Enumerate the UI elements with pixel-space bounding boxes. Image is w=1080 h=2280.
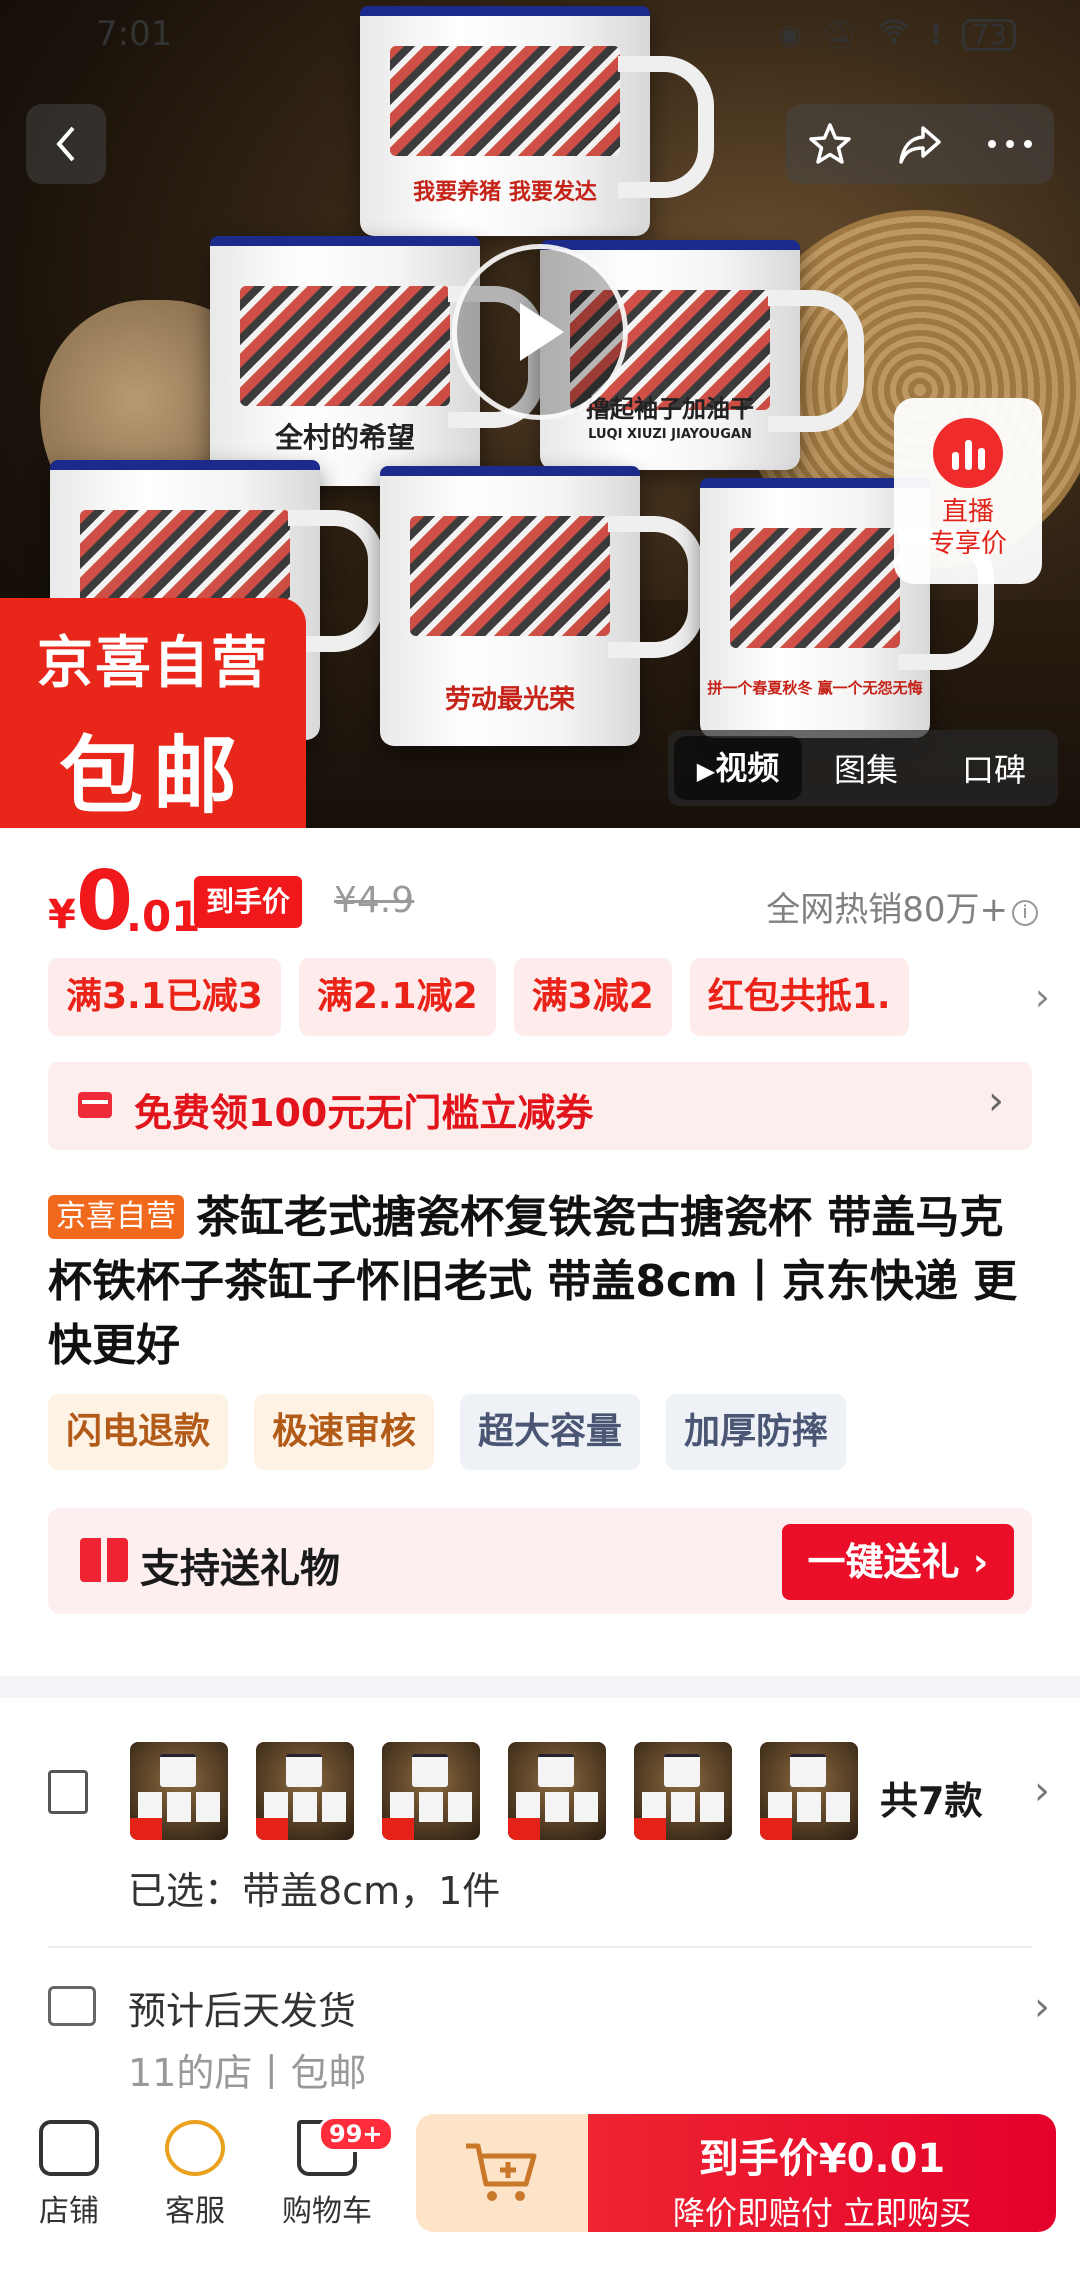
feature-tag: 闪电退款 (48, 1394, 229, 1470)
media-tabs: ▶视频 图集 口碑 (668, 730, 1058, 806)
divider (48, 1946, 1032, 1948)
coupon-banner[interactable]: 免费领100元无门槛立减券 › (48, 1062, 1032, 1150)
promo-chip[interactable]: 红包共抵1. (689, 958, 909, 1036)
alert-icon: ! (929, 18, 943, 51)
mug-bottom-center: 劳动最光荣 (380, 466, 704, 746)
mug-left: 全村的希望 (210, 236, 544, 486)
hot-sales[interactable]: 全网热销80万+ i (766, 882, 1038, 931)
star-icon[interactable] (806, 120, 854, 168)
checklist-icon (48, 1770, 88, 1814)
purchase-group: 到手价¥0.01 降价即赔付 立即购买 (416, 2114, 1056, 2232)
feature-tag: 超大容量 (460, 1394, 641, 1470)
live-sublabel: 专享价 (928, 529, 1007, 559)
customer-service-icon (165, 2120, 225, 2176)
gift-icon (80, 1538, 128, 1582)
original-price: ¥4.9 (334, 880, 415, 921)
tab-gallery[interactable]: 图集 (802, 745, 930, 791)
live-label: 直播 (941, 497, 994, 527)
send-gift-button[interactable]: 一键送礼 › (782, 1524, 1014, 1600)
variant-thumbnail[interactable] (256, 1742, 354, 1840)
chevron-right-icon: › (988, 1078, 1004, 1124)
mug-caption: 拼一个春夏秋冬 赢一个无怨无悔 (707, 679, 923, 697)
wifi-icon (878, 18, 910, 51)
chevron-right-icon: › (1034, 1768, 1050, 1814)
section-divider (0, 1676, 1080, 1698)
mug-caption: 劳动最光荣 (444, 685, 575, 715)
shipping-info[interactable]: 预计后天发货 11的店丨包邮 › (0, 1980, 1080, 2095)
play-icon: ▶ (696, 757, 716, 785)
back-button[interactable] (26, 104, 106, 184)
share-icon[interactable] (895, 120, 945, 168)
top-action-group (786, 104, 1054, 184)
chevron-left-icon (56, 126, 75, 162)
corner-badge-line1: 京喜自营 (37, 631, 269, 696)
coupon-text: 免费领100元无门槛立减券 (134, 1091, 594, 1135)
variant-thumbnail[interactable] (634, 1742, 732, 1840)
chevron-right-icon[interactable]: › (1035, 975, 1050, 1019)
coupon-icon (78, 1092, 112, 1118)
price-row: ¥ 0 .01 到手价 ¥4.9 全网热销80万+ i (48, 854, 1038, 958)
more-icon[interactable] (986, 138, 1034, 150)
corner-badge-line2: 包邮 (58, 727, 247, 825)
gift-text: 支持送礼物 (140, 1546, 340, 1592)
variant-selector[interactable]: 共7款 › 已选：带盖8cm，1件 (0, 1710, 1080, 1913)
variant-thumbnail[interactable] (508, 1742, 606, 1840)
info-icon: i (1012, 900, 1038, 926)
variant-count: 共7款 (880, 1779, 983, 1823)
tab-video[interactable]: ▶视频 (674, 736, 802, 800)
jingxi-tag: 京喜自营 (48, 1195, 184, 1239)
add-to-cart-button[interactable] (416, 2114, 588, 2232)
jingxi-corner-badge: 京喜自营 包邮 (0, 598, 306, 828)
live-price-badge[interactable]: 直播 专享价 (894, 398, 1042, 584)
shipping-store: 11的店丨包邮 (128, 2051, 367, 2095)
promo-chip[interactable]: 满2.1减2 (298, 958, 496, 1036)
promotion-list[interactable]: 满3.1已减3 满2.1减2 满3减2 红包共抵1. (48, 958, 1048, 1038)
shipping-estimate: 预计后天发货 (128, 1989, 357, 2033)
mug-caption: 我要养猪 我要发达 (413, 180, 597, 205)
selected-variant: 已选：带盖8cm，1件 (128, 1869, 501, 1913)
variant-thumbnails (130, 1742, 858, 1840)
play-icon (520, 303, 564, 361)
feature-tag: 极速审核 (254, 1394, 435, 1470)
battery-icon: 73 (962, 18, 1016, 51)
promo-chip[interactable]: 满3减2 (513, 958, 672, 1036)
status-time: 7:01 (96, 14, 173, 54)
cart-count-badge: 99+ (318, 2116, 394, 2152)
add-cart-icon (466, 2143, 537, 2201)
bottom-action-bar: 店铺 客服 购物车 99+ 到手价¥0.01 降价即赔付 立即购买 (0, 2092, 1080, 2280)
variant-thumbnail[interactable] (760, 1742, 858, 1840)
variant-thumbnail[interactable] (382, 1742, 480, 1840)
buy-now-button[interactable]: 到手价¥0.01 降价即赔付 立即购买 (588, 2114, 1056, 2232)
tab-reviews[interactable]: 口碑 (930, 745, 1058, 791)
truck-icon (48, 1986, 96, 2026)
gift-banner: 支持送礼物 一键送礼 › (48, 1508, 1032, 1614)
status-bar: 7:01 ◉ 🔕︎ ! 73 (0, 0, 1080, 72)
promo-chip[interactable]: 满3.1已减3 (48, 958, 281, 1036)
eye-icon: ◉ (777, 18, 803, 51)
live-icon (933, 418, 1003, 488)
mug-caption: 全村的希望 (274, 421, 415, 454)
product-title: 京喜自营 茶缸老式搪瓷杯复铁瓷古搪瓷杯 带盖马克杯铁杯子茶缸子怀旧老式 带盖8cm… (48, 1192, 1018, 1371)
feature-tags: 闪电退款 极速审核 超大容量 加厚防摔 (48, 1394, 847, 1470)
buy-now-price: 到手价¥0.01 (698, 2136, 946, 2182)
variant-thumbnail[interactable] (130, 1742, 228, 1840)
mute-icon: 🔕︎ (822, 18, 858, 51)
mug-caption-latin: LUQI XIUZI JIAYOUGAN (588, 427, 752, 442)
buy-now-subtitle: 降价即赔付 立即购买 (672, 2194, 972, 2232)
service-button[interactable]: 客服 (140, 2120, 250, 2230)
play-video-button[interactable] (452, 244, 628, 420)
store-button[interactable]: 店铺 (14, 2120, 124, 2230)
chevron-right-icon: › (1034, 1984, 1050, 2030)
feature-tag: 加厚防摔 (666, 1394, 847, 1470)
final-price-tag: 到手价 (194, 876, 303, 928)
store-icon (39, 2120, 99, 2176)
